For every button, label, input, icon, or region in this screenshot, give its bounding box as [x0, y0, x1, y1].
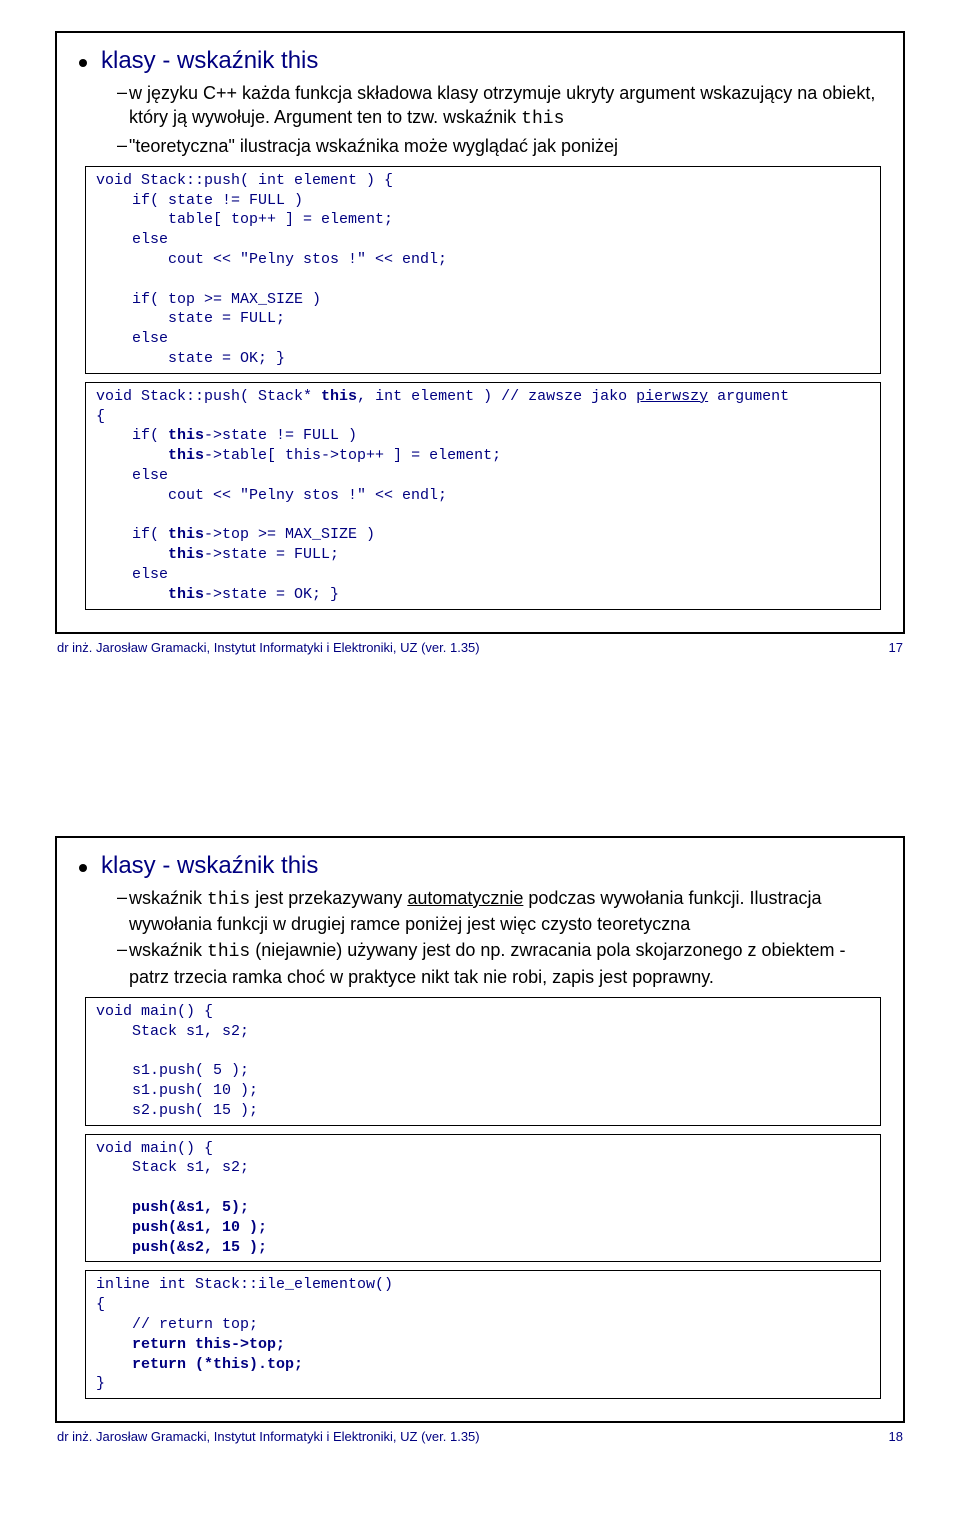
- title-row: klasy - wskaźnik this: [79, 47, 881, 75]
- code-box-4: void main() { Stack s1, s2; push(&s1, 5)…: [85, 1134, 881, 1263]
- page-number-2: 18: [889, 1429, 903, 1444]
- sub1-text: w języku C++ każda funkcja składowa klas…: [129, 83, 875, 127]
- page-1: klasy - wskaźnik this – w języku C++ każ…: [0, 0, 960, 675]
- page-number-1: 17: [889, 640, 903, 655]
- sub-item-2-1: – wskaźnik this jest przekazywany automa…: [117, 886, 881, 937]
- footer-text-1: dr inż. Jarosław Gramacki, Instytut Info…: [57, 640, 480, 655]
- s2c3c: [96, 1356, 132, 1373]
- bullet-icon: [79, 864, 87, 872]
- sub-list-2: – wskaźnik this jest przekazywany automa…: [117, 886, 881, 989]
- sub-item-1: – w języku C++ każda funkcja składowa kl…: [117, 81, 881, 132]
- sub1-code: this: [521, 109, 564, 129]
- footer-1: dr inż. Jarosław Gramacki, Instytut Info…: [55, 640, 905, 655]
- footer-text-2: dr inż. Jarosław Gramacki, Instytut Info…: [57, 1429, 480, 1444]
- s2s2code: this: [207, 942, 250, 962]
- code-box-3: void main() { Stack s1, s2; s1.push( 5 )…: [85, 997, 881, 1126]
- sub-text-2: "teoretyczna" ilustracja wskaźnika może …: [129, 134, 618, 158]
- s2code1: void main() { Stack s1, s2; s1.push( 5 )…: [96, 1003, 258, 1119]
- c2n: this: [168, 586, 204, 603]
- dash-icon: –: [117, 886, 129, 909]
- dash-icon: –: [117, 134, 129, 157]
- s2c3e: }: [96, 1375, 105, 1392]
- sub-text-1: w języku C++ każda funkcja składowa klas…: [129, 81, 881, 132]
- sub-list-1: – w języku C++ każda funkcja składowa kl…: [117, 81, 881, 158]
- code-box-1: void Stack::push( int element ) { if( st…: [85, 166, 881, 374]
- page-gap: [0, 675, 960, 805]
- c2h: this: [168, 447, 204, 464]
- c2d: pierwszy: [636, 388, 708, 405]
- slide-title-1: klasy - wskaźnik this: [101, 47, 318, 75]
- dash-icon: –: [117, 81, 129, 104]
- c2a: void Stack::push( Stack*: [96, 388, 321, 405]
- s2s1u: automatycznie: [407, 888, 523, 908]
- sub-item-2: – "teoretyczna" ilustracja wskaźnika moż…: [117, 134, 881, 158]
- c2o: ->state = OK; }: [204, 586, 339, 603]
- s2c3b: return this->top;: [132, 1336, 285, 1353]
- c2l: this: [168, 546, 204, 563]
- c2c: , int element ) // zawsze jako: [357, 388, 636, 405]
- c2b: this: [321, 388, 357, 405]
- dash-icon: –: [117, 938, 129, 961]
- footer-2: dr inż. Jarosław Gramacki, Instytut Info…: [55, 1429, 905, 1444]
- slide-frame-2: klasy - wskaźnik this – wskaźnik this je…: [55, 836, 905, 1424]
- s2s1code: this: [207, 890, 250, 910]
- title-row-2: klasy - wskaźnik this: [79, 852, 881, 880]
- code-box-2: void Stack::push( Stack* this, int eleme…: [85, 382, 881, 610]
- bullet-icon: [79, 59, 87, 67]
- s2s2a: wskaźnik: [129, 940, 207, 960]
- code1: void Stack::push( int element ) { if( st…: [96, 172, 447, 367]
- code-box-5: inline int Stack::ile_elementow() { // r…: [85, 1270, 881, 1399]
- s2s1b: jest przekazywany: [250, 888, 407, 908]
- c2j: this: [168, 526, 204, 543]
- slide-frame-1: klasy - wskaźnik this – w języku C++ każ…: [55, 31, 905, 634]
- sub-item-2-2: – wskaźnik this (niejawnie) używany jest…: [117, 938, 881, 989]
- page-2: klasy - wskaźnik this – wskaźnik this je…: [0, 805, 960, 1465]
- s2c3d: return (*this).top;: [132, 1356, 303, 1373]
- c2f: this: [168, 427, 204, 444]
- sub-text-2-1: wskaźnik this jest przekazywany automaty…: [129, 886, 881, 937]
- s2s1a: wskaźnik: [129, 888, 207, 908]
- sub-text-2-2: wskaźnik this (niejawnie) używany jest d…: [129, 938, 881, 989]
- slide-title-2: klasy - wskaźnik this: [101, 852, 318, 880]
